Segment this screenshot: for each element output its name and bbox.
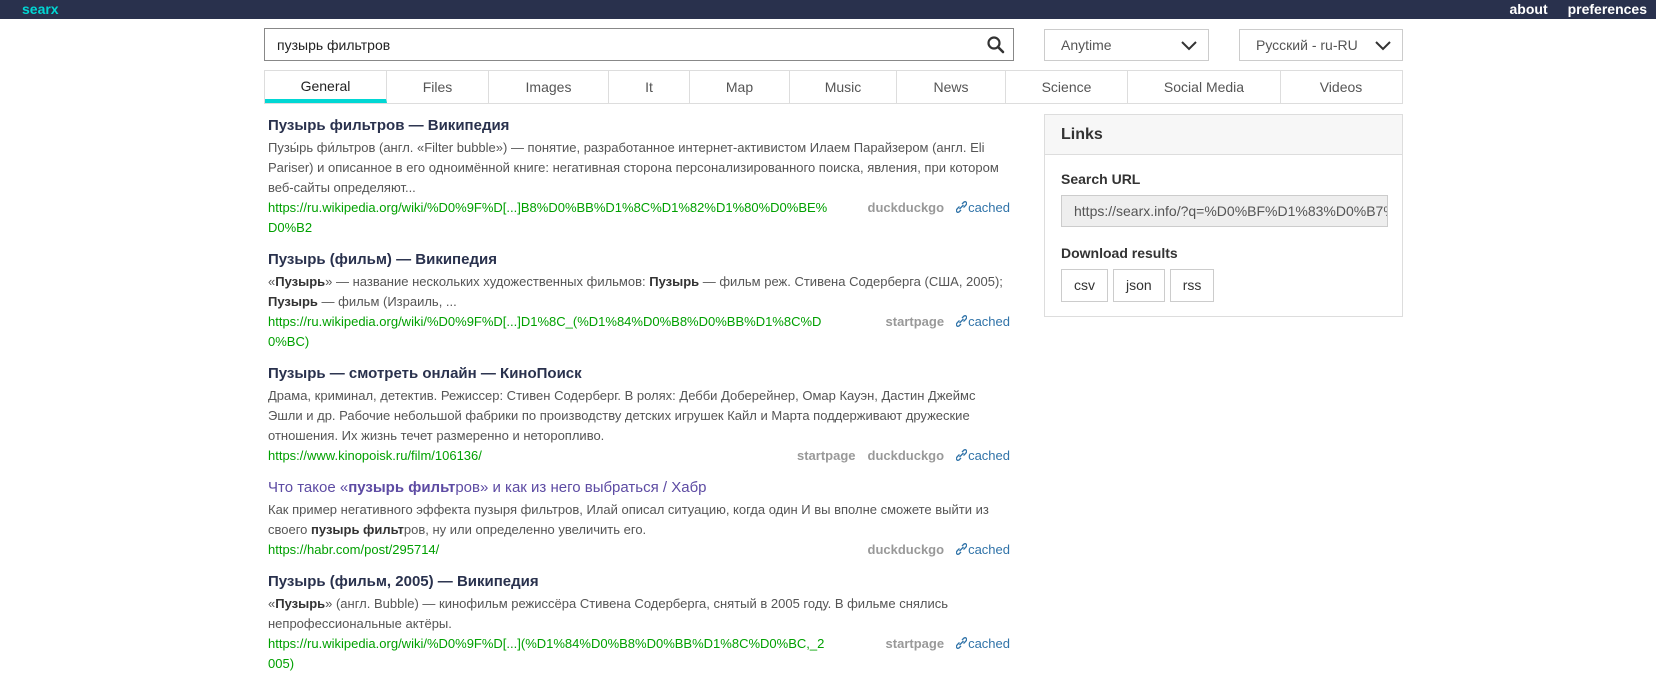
result-engines: startpage duckduckgo cached [797,446,1010,466]
result-snippet: Пузы́рь фи́льтров (англ. «Filter bubble»… [268,140,999,195]
result-engines: duckduckgo cached [868,198,1011,238]
result-item: Пузырь — смотреть онлайн — КиноПоиск Драм… [268,364,1010,466]
result-item: Пузырь (фильм) — Википедия «Пузырь» — наз… [268,250,1010,352]
cached-link[interactable]: cached [955,312,1010,352]
link-icon [955,201,968,213]
category-tabs: General Files Images It Map Music News Science S… [264,70,1403,104]
time-range-value: Anytime [1061,37,1112,53]
tab-general[interactable]: General [265,71,387,103]
result-url[interactable]: https://ru.wikipedia.org/wiki/%D0%9F%D[.… [268,312,828,352]
result-item: Пузырь (фильм, 2005) — Википедия «Пузырь»… [268,572,1010,674]
result-meta: https://ru.wikipedia.org/wiki/%D0%9F%D[.… [268,198,1010,238]
result-title-link[interactable]: Что такое «пузырь фильтров» и как из нег… [268,478,1010,498]
result-meta: https://ru.wikipedia.org/wiki/%D0%9F%D[.… [268,634,1010,674]
download-results-label: Download results [1061,245,1178,261]
brand-logo[interactable]: searx [22,1,59,17]
link-icon [955,637,968,649]
cached-link[interactable]: cached [955,446,1010,466]
download-csv-button[interactable]: csv [1061,269,1108,302]
about-link[interactable]: about [1510,1,1548,17]
download-json-button[interactable]: json [1113,269,1165,302]
time-range-select[interactable]: Anytime [1044,29,1209,61]
result-snippet: Как пример негативного эффекта пузыря фи… [268,502,989,537]
result-engines: startpage cached [886,634,1010,674]
result-title-link[interactable]: Пузырь (фильм) — Википедия [268,250,1010,270]
tab-news[interactable]: News [897,71,1006,103]
download-rss-button[interactable]: rss [1169,269,1215,302]
tab-files[interactable]: Files [387,71,489,103]
language-value: Русский - ru-RU [1256,37,1358,53]
result-title-link[interactable]: Пузырь фильтров — Википедия [268,116,1010,136]
result-title-link[interactable]: Пузырь (фильм, 2005) — Википедия [268,572,1010,592]
result-item: Что такое «пузырь фильтров» и как из нег… [268,478,1010,560]
result-item: Пузырь фильтров — Википедия Пузы́рь фи́ль… [268,116,1010,238]
links-panel-heading: Links [1045,115,1402,155]
result-url[interactable]: https://ru.wikipedia.org/wiki/%D0%9F%D[.… [268,634,828,674]
tab-social-media[interactable]: Social Media [1128,71,1281,103]
result-meta: https://www.kinopoisk.ru/film/106136/sta… [268,446,1010,466]
chevron-down-icon [1181,41,1197,51]
result-meta: https://habr.com/post/295714/duckduckgo c… [268,540,1010,560]
cached-link[interactable]: cached [955,198,1010,238]
engine-label: startpage [885,636,945,651]
result-engines: startpage cached [886,312,1010,352]
result-url[interactable]: https://ru.wikipedia.org/wiki/%D0%9F%D[.… [268,198,828,238]
tab-map[interactable]: Map [690,71,790,103]
links-panel: Links Search URL https://searx.info/?q=%… [1044,114,1403,317]
cached-link[interactable]: cached [955,634,1010,674]
link-icon [955,449,968,461]
engine-label: duckduckgo [867,542,945,557]
download-buttons: csv json rss [1061,269,1215,302]
search-box [264,28,1014,61]
result-engines: duckduckgo cached [868,540,1011,560]
search-url-field[interactable]: https://searx.info/?q=%D0%BF%D1%83%D0%B7… [1061,195,1388,227]
tab-videos[interactable]: Videos [1281,71,1401,103]
link-icon [955,315,968,327]
tab-science[interactable]: Science [1006,71,1128,103]
result-url[interactable]: https://habr.com/post/295714/ [268,540,439,560]
result-snippet: «Пузырь» — название нескольких художеств… [268,274,1003,309]
top-bar: searx about preferences [0,0,1656,19]
result-snippet: Драма, криминал, детектив. Режиссер: Сти… [268,388,976,443]
link-icon [955,543,968,555]
result-meta: https://ru.wikipedia.org/wiki/%D0%9F%D[.… [268,312,1010,352]
engine-label: startpage [796,448,856,463]
results-list: Пузырь фильтров — Википедия Пузы́рь фи́ль… [268,116,1010,686]
search-button[interactable] [985,34,1007,56]
chevron-down-icon [1375,41,1391,51]
tab-music[interactable]: Music [790,71,897,103]
engine-label: duckduckgo [867,200,945,215]
result-title-link[interactable]: Пузырь — смотреть онлайн — КиноПоиск [268,364,1010,384]
engine-label: duckduckgo [867,448,945,463]
search-input[interactable] [265,29,965,60]
tab-images[interactable]: Images [489,71,609,103]
cached-link[interactable]: cached [955,540,1010,560]
engine-label: startpage [885,314,945,329]
preferences-link[interactable]: preferences [1568,1,1647,17]
search-url-label: Search URL [1061,171,1141,187]
search-icon [987,36,1005,54]
top-links: about preferences [1510,1,1648,17]
result-snippet: «Пузырь» (англ. Bubble) — кинофильм режи… [268,596,949,631]
language-select[interactable]: Русский - ru-RU [1239,29,1403,61]
result-url[interactable]: https://www.kinopoisk.ru/film/106136/ [268,446,482,466]
tab-it[interactable]: It [609,71,690,103]
